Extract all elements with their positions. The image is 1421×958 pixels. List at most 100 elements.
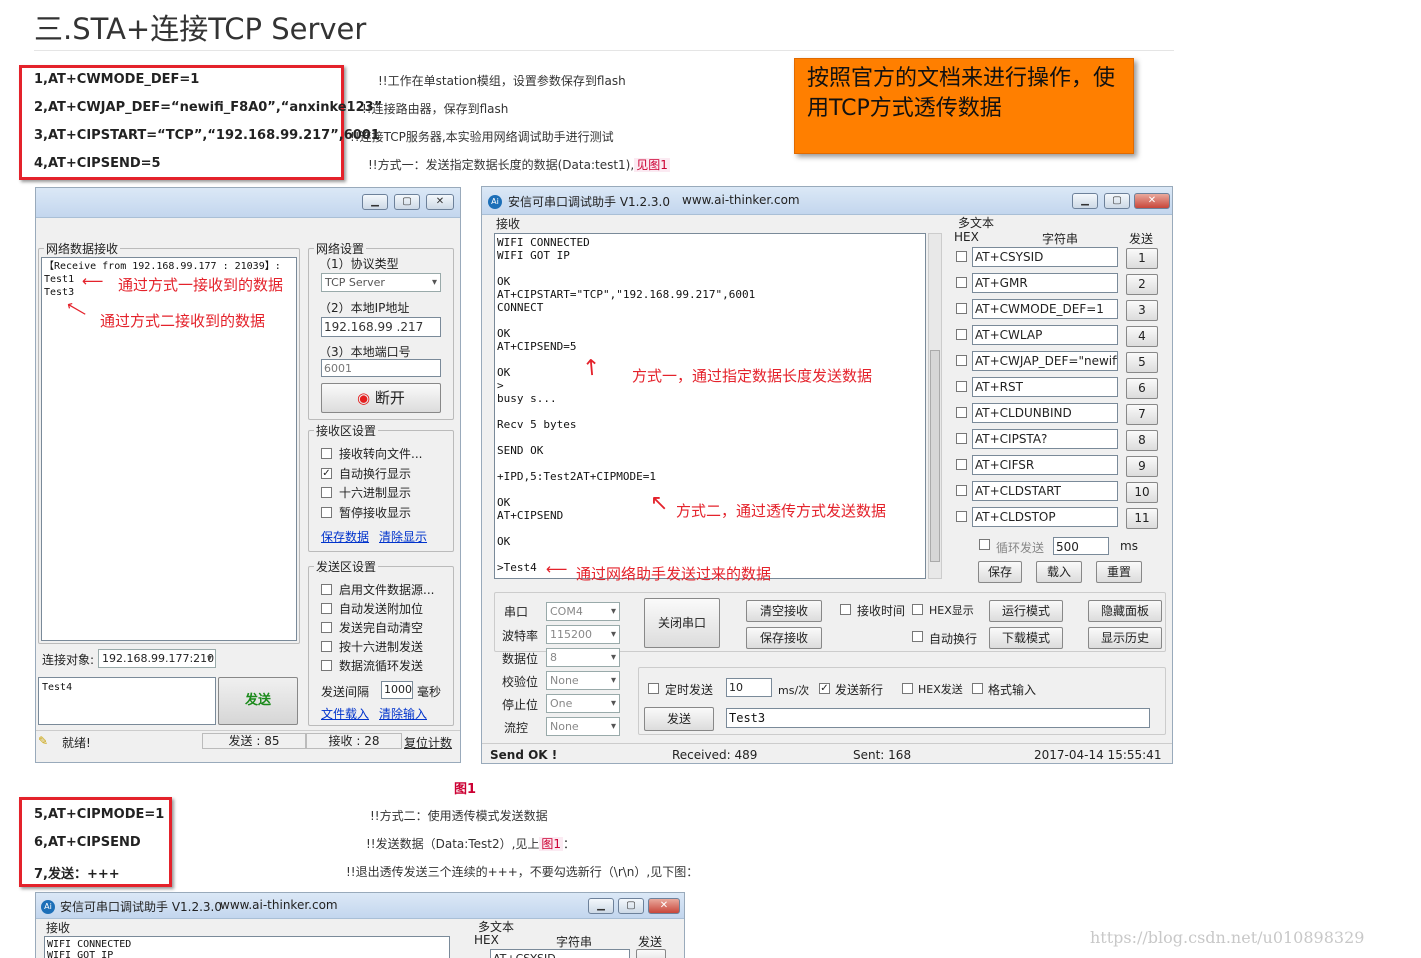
protocol-select[interactable]: TCP Server	[321, 273, 441, 292]
hex-display-checkbox[interactable]	[321, 487, 332, 498]
serial2-recv-textarea[interactable]: WIFI CONNECTED WIFI GOT IP	[44, 936, 450, 958]
multi-send-button[interactable]: 8	[1126, 430, 1158, 451]
multi-send-button-1[interactable]	[636, 949, 666, 958]
multi-hex-checkbox[interactable]	[956, 407, 967, 418]
multi-hex-checkbox[interactable]	[956, 251, 967, 262]
multi-hex-checkbox[interactable]	[956, 485, 967, 496]
hide-panel-button[interactable]: 隐藏面板	[1088, 600, 1162, 622]
loop-send-checkbox[interactable]	[979, 539, 990, 550]
multi-save-button[interactable]: 保存	[978, 561, 1022, 583]
save-data-link[interactable]: 保存数据	[321, 528, 369, 545]
multi-hex-checkbox[interactable]	[956, 459, 967, 470]
multi-load-button[interactable]: 载入	[1036, 561, 1082, 583]
multi-hex-checkbox[interactable]	[956, 381, 967, 392]
show-history-button[interactable]: 显示历史	[1088, 627, 1162, 649]
multi-text-input[interactable]: AT+CLDSTART	[972, 481, 1118, 501]
multi-send-button[interactable]: 7	[1126, 404, 1158, 425]
serial-send-button[interactable]: 发送	[644, 707, 714, 731]
maximize-icon[interactable]: ▢	[1104, 193, 1130, 209]
multi-send-button[interactable]: 6	[1126, 378, 1158, 399]
multi-send-button[interactable]: 4	[1126, 326, 1158, 347]
loop-send-checkbox[interactable]	[321, 660, 332, 671]
multi-send-button[interactable]: 1	[1126, 248, 1158, 269]
multi-text-input[interactable]: AT+GMR	[972, 273, 1118, 293]
minimize-icon[interactable]: ▁	[1072, 193, 1098, 209]
multi-text-input[interactable]: AT+CWJAP_DEF="newifi_	[972, 351, 1118, 371]
multi-text-input-1[interactable]: AT+CSYSID	[490, 949, 630, 958]
flow-select[interactable]: None	[546, 717, 620, 736]
auto-wrap-checkbox[interactable]: ✓	[321, 468, 332, 479]
recv-time-checkbox[interactable]	[840, 604, 851, 615]
figure-link[interactable]: 图1	[539, 837, 564, 851]
clear-input-link[interactable]: 清除输入	[379, 705, 427, 722]
serial-recv-textarea[interactable]: WIFI CONNECTED WIFI GOT IP OK AT+CIPSTAR…	[494, 233, 926, 579]
multi-reset-button[interactable]: 重置	[1096, 561, 1142, 583]
local-port-input[interactable]: 6001	[321, 359, 441, 377]
save-recv-button[interactable]: 保存接收	[746, 627, 822, 649]
clear-display-link[interactable]: 清除显示	[379, 528, 427, 545]
multi-send-button[interactable]: 2	[1126, 274, 1158, 295]
run-mode-button[interactable]: 运行模式	[989, 600, 1063, 622]
target-select[interactable]: 192.168.99.177:210	[98, 649, 216, 668]
stopbits-select[interactable]: One	[546, 694, 620, 713]
close-port-button[interactable]: 关闭串口	[644, 598, 720, 648]
maximize-icon[interactable]: ▢	[394, 194, 420, 210]
multi-hex-checkbox[interactable]	[956, 511, 967, 522]
local-ip-input[interactable]: 192.168.99 .217	[321, 317, 441, 337]
file-load-link[interactable]: 文件载入	[321, 705, 369, 722]
recv-scrollbar[interactable]	[928, 233, 942, 579]
multi-hex-checkbox[interactable]	[956, 433, 967, 444]
serial-send-input[interactable]: Test3	[726, 708, 1150, 728]
multi-send-button[interactable]: 5	[1126, 352, 1158, 373]
baud-select[interactable]: 115200	[546, 625, 620, 644]
disconnect-button[interactable]: ◉ 断开	[321, 383, 441, 413]
scrollbar-thumb[interactable]	[930, 350, 940, 562]
interval-input[interactable]: 1000	[381, 681, 413, 699]
multi-text-input[interactable]: AT+CLDUNBIND	[972, 403, 1118, 423]
minimize-icon[interactable]: ▁	[362, 194, 388, 210]
clear-recv-button[interactable]: 清空接收	[746, 600, 822, 622]
hex-send-checkbox[interactable]	[902, 683, 913, 694]
pause-recv-checkbox[interactable]	[321, 507, 332, 518]
port-select[interactable]: COM4	[546, 602, 620, 621]
hex-send-checkbox[interactable]	[321, 641, 332, 652]
close-icon[interactable]: ✕	[648, 898, 680, 914]
close-icon[interactable]: ✕	[1134, 193, 1170, 209]
maximize-icon[interactable]: ▢	[618, 898, 644, 914]
multi-text-input[interactable]: AT+CIPSTA?	[972, 429, 1118, 449]
multi-hex-checkbox[interactable]	[956, 355, 967, 366]
multi-hex-checkbox[interactable]	[956, 329, 967, 340]
minimize-icon[interactable]: ▁	[588, 898, 614, 914]
multi-text-input[interactable]: AT+CSYSID	[972, 247, 1118, 267]
send-textarea[interactable]: Test4	[38, 677, 216, 725]
timed-send-checkbox[interactable]	[648, 683, 659, 694]
close-icon[interactable]: ✕	[426, 194, 454, 210]
auto-wrap-checkbox[interactable]	[912, 631, 923, 642]
send-newline-checkbox[interactable]: ✓	[819, 683, 830, 694]
file-source-checkbox[interactable]	[321, 584, 332, 595]
multi-text-input[interactable]: AT+CWMODE_DEF=1	[972, 299, 1118, 319]
format-input-checkbox[interactable]	[972, 683, 983, 694]
figure-link[interactable]: 见图1	[634, 158, 670, 172]
loop-interval-input[interactable]: 500	[1053, 537, 1109, 555]
hex-display-checkbox[interactable]	[912, 604, 923, 615]
multi-text-input[interactable]: AT+CWLAP	[972, 325, 1118, 345]
multi-hex-checkbox[interactable]	[956, 303, 967, 314]
download-mode-button[interactable]: 下载模式	[989, 627, 1063, 649]
databits-select[interactable]: 8	[546, 648, 620, 667]
multi-send-button[interactable]: 9	[1126, 456, 1158, 477]
auto-append-checkbox[interactable]	[321, 603, 332, 614]
multi-text-input[interactable]: AT+CIFSR	[972, 455, 1118, 475]
multi-hex-checkbox[interactable]	[956, 277, 967, 288]
timed-interval-input[interactable]: 10	[726, 678, 772, 697]
recv-to-file-checkbox[interactable]	[321, 448, 332, 459]
multi-send-button[interactable]: 3	[1126, 300, 1158, 321]
multi-send-button[interactable]: 11	[1126, 508, 1158, 529]
send-button[interactable]: 发送	[218, 677, 298, 725]
multi-text-input[interactable]: AT+RST	[972, 377, 1118, 397]
reset-count-link[interactable]: 复位计数	[404, 734, 452, 751]
multi-send-button[interactable]: 10	[1126, 482, 1158, 503]
multi-text-input[interactable]: AT+CLDSTOP	[972, 507, 1118, 527]
auto-clear-checkbox[interactable]	[321, 622, 332, 633]
parity-select[interactable]: None	[546, 671, 620, 690]
